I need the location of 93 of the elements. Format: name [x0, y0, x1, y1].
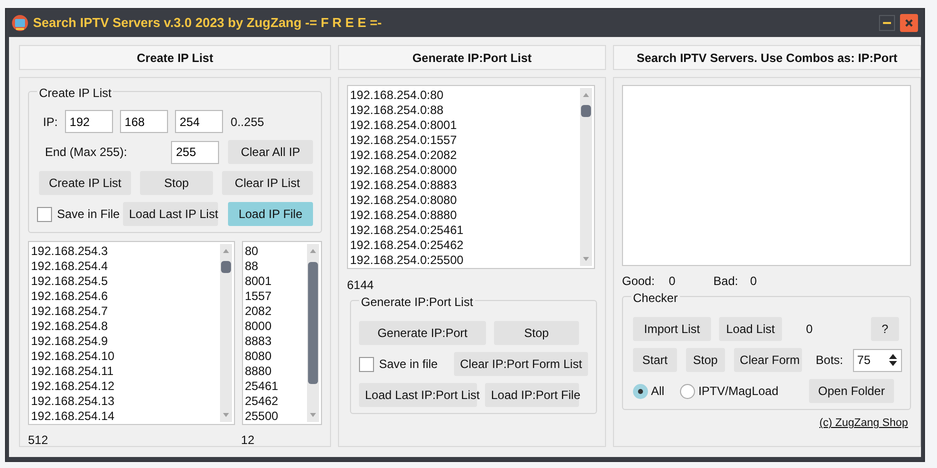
push-button[interactable]: Start	[633, 348, 677, 372]
close-icon[interactable]	[900, 14, 918, 32]
scrollbar[interactable]	[580, 88, 592, 266]
list-box[interactable]	[347, 85, 595, 269]
list-item[interactable]: 192.168.254.13	[31, 394, 216, 409]
list-item[interactable]: 192.168.254.0:80	[350, 88, 576, 103]
list-box[interactable]: 80 88 8001 1557 2082 8000 8883 8080 8880 25461 25462 25500	[242, 241, 322, 425]
push-button[interactable]: Stop	[494, 321, 579, 345]
list-item[interactable]: 80	[244, 244, 303, 259]
list-item[interactable]: 192.168.254.11	[31, 364, 216, 379]
push-button[interactable]: Load List	[719, 317, 782, 341]
push-button[interactable]: Clear IP List	[222, 171, 313, 195]
push-button[interactable]: Import List	[633, 317, 711, 341]
count-text: 0	[668, 273, 676, 290]
label-text: 0..255	[230, 114, 264, 130]
list-item[interactable]: 192.168.254.0:25500	[350, 253, 576, 268]
list-item[interactable]: 192.168.254.14	[31, 409, 216, 424]
spin-field[interactable]: 75	[853, 348, 902, 372]
footer-link[interactable]: (c) ZugZang Shop	[819, 415, 908, 432]
minimize-icon[interactable]	[879, 15, 895, 31]
checkbox[interactable]	[359, 356, 374, 372]
list-item[interactable]: 192.168.254.8	[31, 319, 216, 334]
list-item[interactable]: 192.168.254.0:8883	[350, 178, 576, 193]
radio-button[interactable]	[680, 384, 696, 398]
list-item[interactable]: 192.168.254.10	[31, 349, 216, 364]
list-item[interactable]: 192.168.254.0:88	[350, 103, 576, 118]
push-button[interactable]: ?	[871, 317, 899, 341]
list-item[interactable]: 192.168.254.0:25462	[350, 238, 576, 253]
text-field[interactable]: 255	[171, 140, 219, 164]
panel-header: Create IP List	[19, 45, 331, 70]
push-button[interactable]: Generate IP:Port	[359, 321, 486, 345]
panel-header: Search IPTV Servers. Use Combos as: IP:Port	[613, 45, 921, 70]
label-text: End (Max 255):	[45, 144, 128, 161]
list-item[interactable]: 8001	[244, 274, 303, 289]
list-item[interactable]: 192.168.254.0:8080	[350, 193, 576, 208]
push-button[interactable]: Stop	[686, 348, 725, 372]
push-button[interactable]: Clear Form	[734, 348, 802, 372]
label-text: Good:	[622, 273, 655, 290]
label-text: IP:	[43, 114, 58, 130]
push-button[interactable]: Clear All IP	[228, 140, 313, 164]
list-item[interactable]: 192.168.254.0:2082	[350, 148, 576, 163]
push-button[interactable]: Open Folder	[809, 379, 894, 403]
push-button[interactable]: Load IP:Port File	[485, 383, 579, 407]
text-field[interactable]: 192	[64, 110, 113, 133]
tv-icon	[12, 15, 28, 31]
label-text: Bots:	[816, 352, 844, 369]
list-item[interactable]: 25461	[244, 379, 303, 394]
list-box[interactable]: 192.168.254.3 192.168.254.4 192.168.254.5 192.168.254.6 192.168.254.7 192.168.254.8 192.168.254.9 192.168.254.10 192.168.254.11 192.168.254.12 192.168.254.13 192.168.254.14	[28, 241, 235, 425]
list-item[interactable]: 8883	[244, 334, 303, 349]
count-text: 0	[806, 321, 813, 338]
radio-label: All	[651, 383, 664, 400]
spinner-arrows-icon[interactable]	[888, 353, 898, 367]
list-item[interactable]: 192.168.254.12	[31, 379, 216, 394]
list-item[interactable]: 192.168.254.0:1557	[350, 133, 576, 148]
list-item[interactable]: 192.168.254.0:8001	[350, 118, 576, 133]
list-item[interactable]: 2082	[244, 304, 303, 319]
scrollbar[interactable]	[307, 244, 319, 422]
list-item[interactable]: 192.168.254.0:8000	[350, 163, 576, 178]
list-item[interactable]: 8080	[244, 349, 303, 364]
count-text: 0	[750, 273, 757, 290]
list-item[interactable]: 192.168.254.3	[31, 244, 216, 259]
count-text: 12	[241, 432, 254, 449]
count-text: 6144	[347, 277, 374, 294]
list-item[interactable]: 1557	[244, 289, 303, 304]
panel-header: Generate IP:Port List	[338, 45, 606, 70]
push-button[interactable]: Load IP File	[228, 202, 313, 226]
list-item[interactable]: 25462	[244, 394, 303, 409]
scrollbar[interactable]	[220, 244, 232, 422]
text-field[interactable]: 254	[174, 110, 223, 133]
radio-button[interactable]	[633, 384, 648, 398]
list-item[interactable]: 192.168.254.5	[31, 274, 216, 289]
text-field[interactable]: 168	[120, 110, 168, 133]
count-text: 512	[28, 432, 48, 449]
push-button[interactable]: Clear IP:Port Form List	[454, 352, 588, 376]
push-button[interactable]: Load Last IP List	[123, 202, 218, 226]
checkbox-label: Save in File	[57, 206, 120, 223]
label-text: Bad:	[713, 273, 738, 290]
window-title: Search IPTV Servers v.3.0 2023 by ZugZang -= F R E E =-	[33, 14, 382, 32]
list-item[interactable]: 192.168.254.0:25461	[350, 223, 576, 238]
list-item[interactable]: 8880	[244, 364, 303, 379]
list-item[interactable]: 25500	[244, 409, 303, 424]
push-button[interactable]: Create IP List	[39, 171, 132, 195]
list-item[interactable]: 88	[244, 259, 303, 274]
list-item[interactable]: 192.168.254.9	[31, 334, 216, 349]
push-button[interactable]: Stop	[140, 171, 213, 195]
list-item[interactable]: 8000	[244, 319, 303, 334]
checkbox[interactable]	[37, 206, 52, 222]
list-item[interactable]: 192.168.254.6	[31, 289, 216, 304]
list-item[interactable]: 192.168.254.0:8880	[350, 208, 576, 223]
radio-label: IPTV/MagLoad	[698, 383, 778, 400]
list-item[interactable]: 192.168.254.7	[31, 304, 216, 319]
list-item[interactable]: 192.168.254.4	[31, 259, 216, 274]
checkbox-label: Save in file	[379, 356, 438, 373]
